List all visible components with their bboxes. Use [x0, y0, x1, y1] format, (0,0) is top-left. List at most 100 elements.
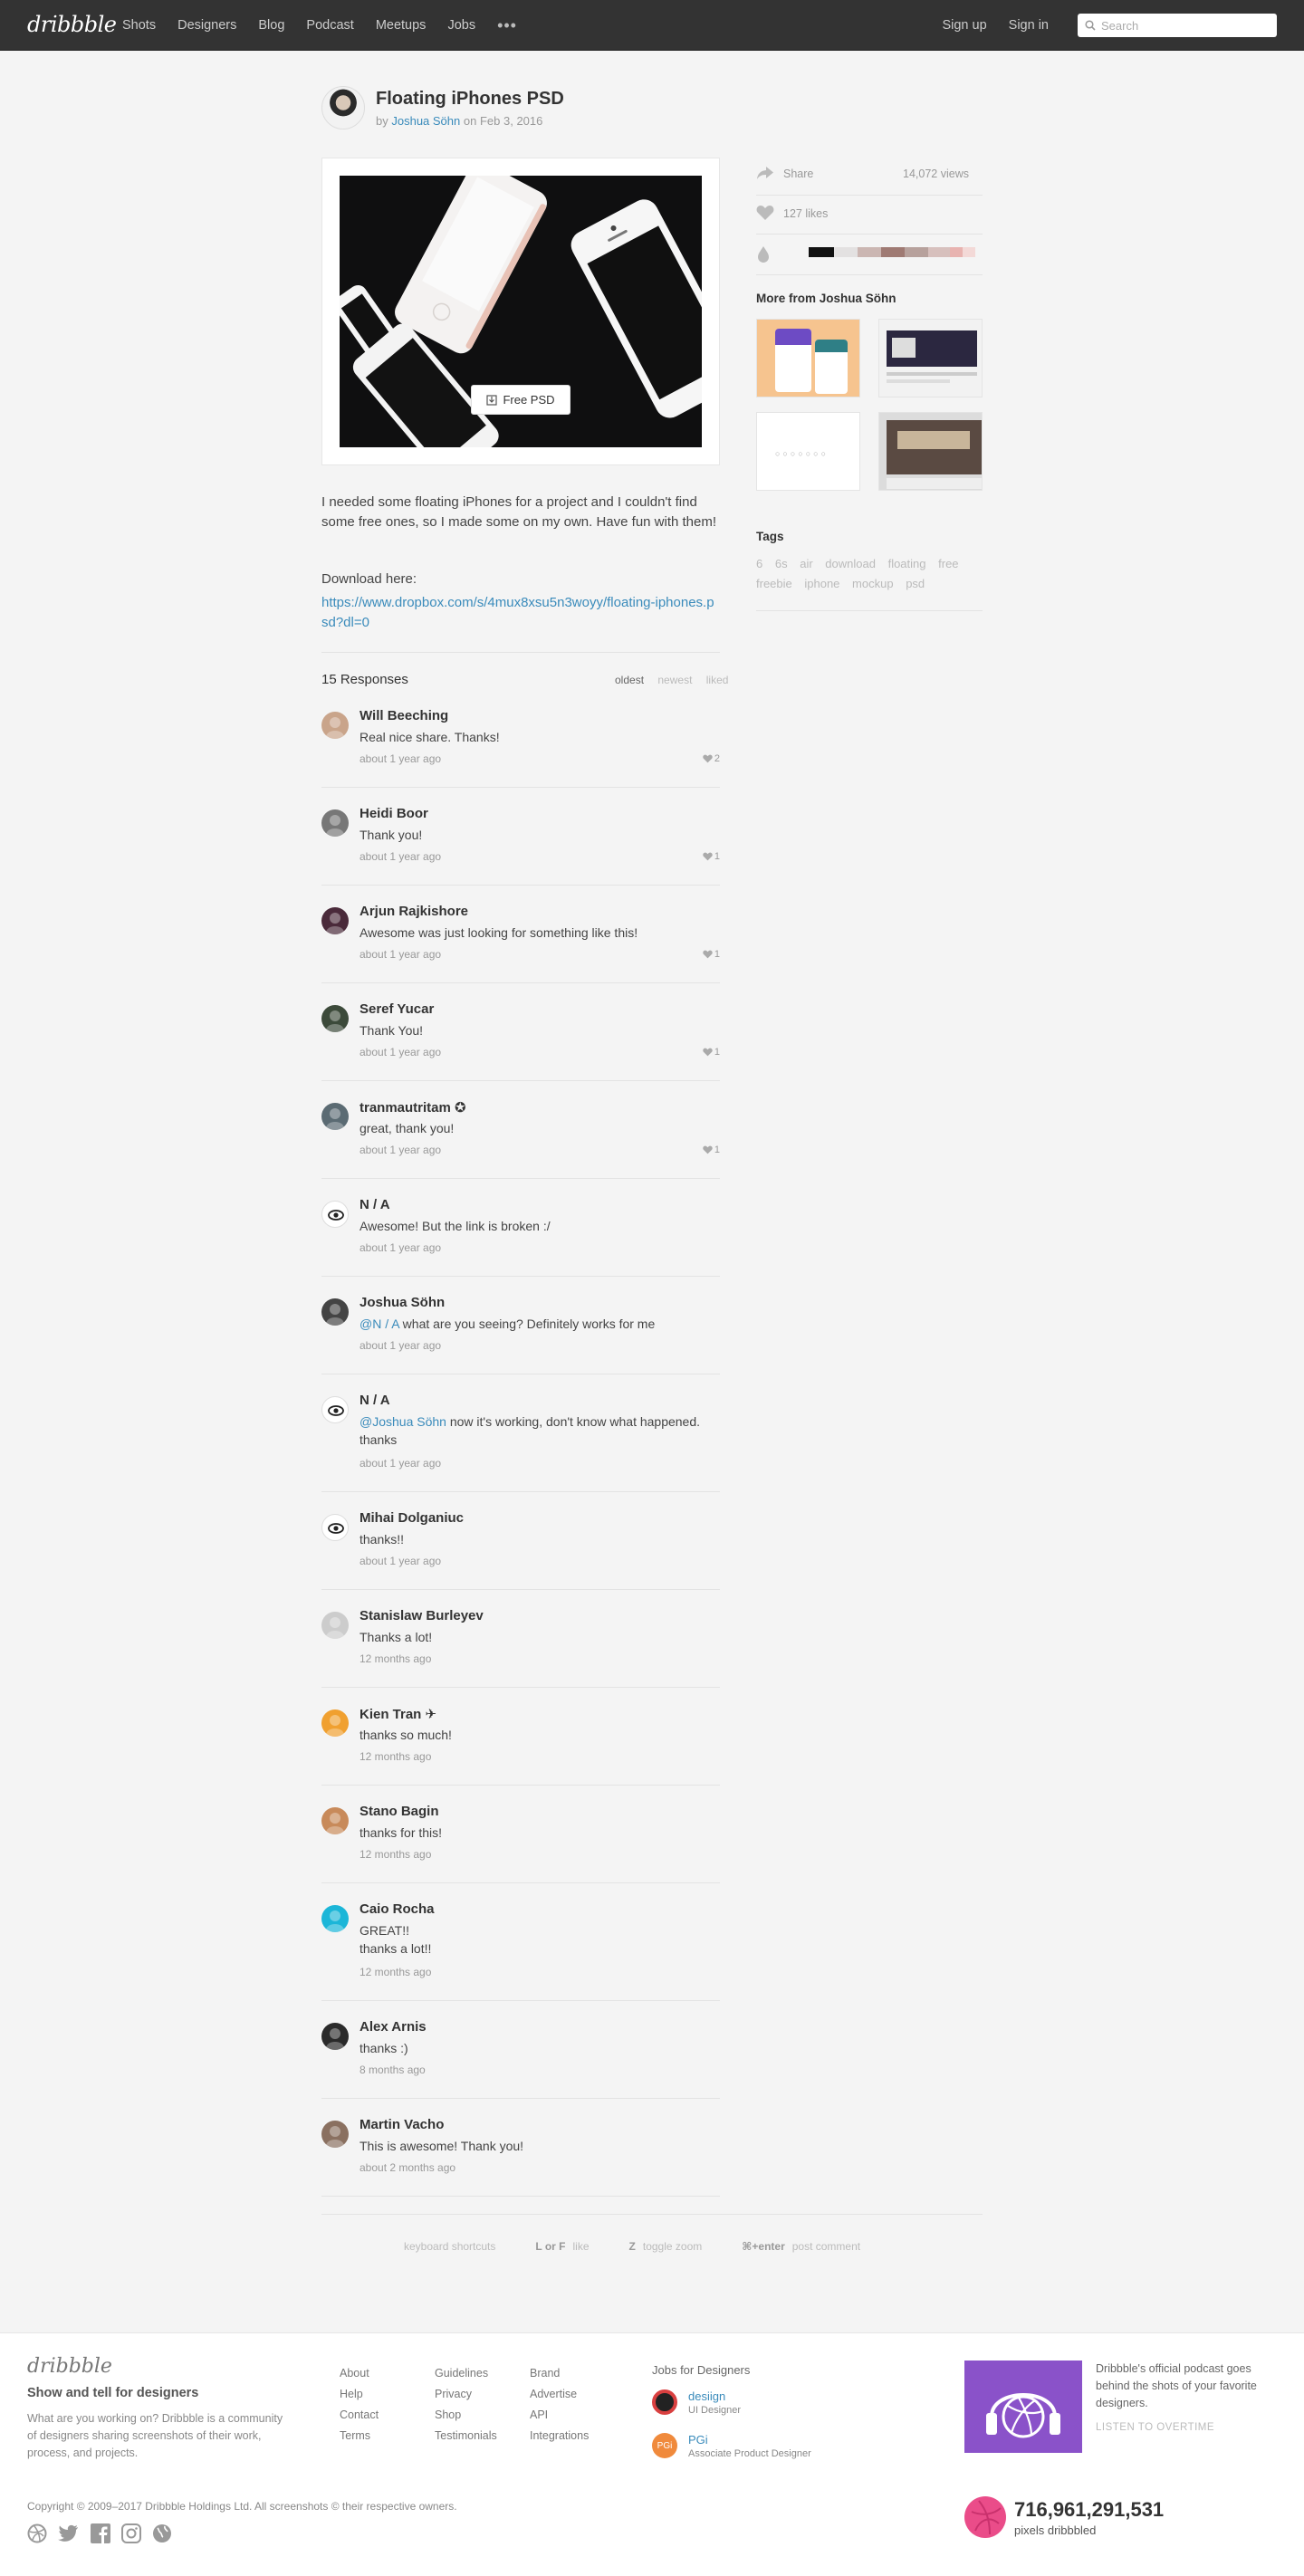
sort-newest[interactable]: newest [657, 674, 692, 686]
color-swatch[interactable] [809, 247, 834, 257]
commenter-avatar[interactable] [321, 712, 349, 739]
nav-shots[interactable]: Shots [122, 18, 156, 33]
comment-likes[interactable]: 2 [703, 753, 720, 764]
commenter-name[interactable]: Seref Yucar [360, 1001, 434, 1017]
tag-link[interactable]: freebie [756, 577, 792, 590]
commenter-avatar[interactable] [321, 1612, 349, 1639]
commenter-name[interactable]: Kien Tran ✈ [360, 1706, 436, 1722]
footer-logo[interactable]: dribbble [27, 2355, 112, 2378]
color-swatch[interactable] [834, 247, 858, 257]
commenter-name[interactable]: Joshua Söhn [360, 1295, 445, 1310]
footer-link-contact[interactable]: Contact [340, 2405, 379, 2426]
comment-timestamp[interactable]: about 1 year ago [360, 1457, 441, 1470]
commenter-avatar[interactable] [321, 2023, 349, 2050]
comment-timestamp[interactable]: about 2 months ago [360, 2161, 455, 2174]
nav-jobs[interactable]: Jobs [447, 18, 475, 33]
comment-timestamp[interactable]: about 1 year ago [360, 1144, 441, 1156]
signin-link[interactable]: Sign in [1009, 18, 1049, 33]
comment-timestamp[interactable]: 8 months ago [360, 2064, 426, 2076]
nav-designers[interactable]: Designers [177, 18, 236, 33]
commenter-name[interactable]: N / A [360, 1393, 390, 1408]
commenter-name[interactable]: Stano Bagin [360, 1804, 439, 1819]
likes-label[interactable]: 127 likes [783, 207, 828, 220]
comment-timestamp[interactable]: 12 months ago [360, 1966, 431, 1978]
color-swatch[interactable] [963, 247, 975, 257]
footer-link-help[interactable]: Help [340, 2384, 379, 2405]
share-label[interactable]: Share [783, 168, 813, 180]
comment-timestamp[interactable]: 12 months ago [360, 1848, 431, 1861]
commenter-name[interactable]: tranmautritam ✪ [360, 1099, 466, 1116]
commenter-avatar[interactable] [321, 1396, 349, 1423]
tag-link[interactable]: download [825, 557, 876, 570]
tag-link[interactable]: free [938, 557, 958, 570]
author-avatar[interactable] [321, 86, 365, 129]
search-input[interactable] [1101, 18, 1264, 33]
comment-mention-link[interactable]: @Joshua Söhn [360, 1414, 446, 1429]
color-swatch[interactable] [950, 247, 963, 257]
podcast-link[interactable]: LISTEN TO OVERTIME [1096, 2422, 1214, 2433]
nav-podcast[interactable]: Podcast [306, 18, 353, 33]
commenter-avatar[interactable] [321, 1201, 349, 1228]
comment-timestamp[interactable]: 12 months ago [360, 1750, 431, 1763]
comment-timestamp[interactable]: about 1 year ago [360, 1241, 441, 1254]
dribbble-logo[interactable]: dribbble [27, 12, 117, 37]
search-box[interactable] [1078, 14, 1277, 37]
color-swatch[interactable] [905, 247, 928, 257]
twitter-icon[interactable] [58, 2523, 80, 2548]
tag-link[interactable]: 6 [756, 557, 762, 570]
tag-link[interactable]: iphone [804, 577, 839, 590]
color-swatch[interactable] [881, 247, 905, 257]
more-shot-thumb-4[interactable] [878, 412, 983, 491]
footer-link-testimonials[interactable]: Testimonials [435, 2426, 497, 2447]
commenter-avatar[interactable] [321, 1005, 349, 1032]
download-link[interactable]: https://www.dropbox.com/s/4mux8xsu5n3woy… [321, 593, 720, 633]
footer-link-privacy[interactable]: Privacy [435, 2384, 497, 2405]
commenter-name[interactable]: Will Beeching [360, 708, 448, 723]
tag-link[interactable]: floating [888, 557, 926, 570]
nav-meetups[interactable]: Meetups [376, 18, 427, 33]
commenter-avatar[interactable] [321, 1103, 349, 1130]
footer-link-guidelines[interactable]: Guidelines [435, 2363, 497, 2384]
commenter-name[interactable]: Heidi Boor [360, 806, 428, 821]
more-shot-thumb-1[interactable] [756, 319, 860, 397]
facebook-icon[interactable] [91, 2523, 110, 2548]
comment-timestamp[interactable]: 12 months ago [360, 1652, 431, 1665]
heart-icon[interactable] [756, 205, 774, 221]
tag-link[interactable]: psd [906, 577, 925, 590]
commenter-avatar[interactable] [321, 1514, 349, 1541]
commenter-avatar[interactable] [321, 907, 349, 934]
comment-likes[interactable]: 1 [703, 949, 720, 960]
comment-likes[interactable]: 1 [703, 1144, 720, 1155]
comment-likes[interactable]: 1 [703, 1047, 720, 1058]
color-swatch[interactable] [858, 247, 881, 257]
author-link[interactable]: Joshua Söhn [391, 114, 460, 128]
more-shot-thumb-3[interactable]: ○○○○○○○ [756, 412, 860, 491]
comment-timestamp[interactable]: about 1 year ago [360, 1046, 441, 1058]
footer-link-advertise[interactable]: Advertise [530, 2384, 589, 2405]
commenter-avatar[interactable] [321, 809, 349, 837]
footer-link-about[interactable]: About [340, 2363, 379, 2384]
comment-likes[interactable]: 1 [703, 851, 720, 862]
commenter-name[interactable]: Martin Vacho [360, 2117, 444, 2132]
tag-link[interactable]: 6s [775, 557, 788, 570]
color-swatch[interactable] [928, 247, 950, 257]
free-psd-button[interactable]: Free PSD [471, 385, 570, 415]
footer-link-shop[interactable]: Shop [435, 2405, 497, 2426]
comment-timestamp[interactable]: about 1 year ago [360, 1339, 441, 1352]
tag-link[interactable]: air [800, 557, 812, 570]
tag-link[interactable]: mockup [852, 577, 894, 590]
commenter-name[interactable]: Mihai Dolganiuc [360, 1510, 464, 1526]
commenter-avatar[interactable] [321, 1709, 349, 1737]
nav-more-icon[interactable]: ••• [497, 16, 517, 35]
commenter-avatar[interactable] [321, 1298, 349, 1326]
sort-oldest[interactable]: oldest [615, 674, 644, 686]
sort-liked[interactable]: liked [706, 674, 729, 686]
commenter-name[interactable]: Arjun Rajkishore [360, 904, 468, 919]
dribbble-icon[interactable] [27, 2523, 47, 2548]
comment-mention-link[interactable]: @N / A [360, 1317, 399, 1331]
commenter-name[interactable]: Alex Arnis [360, 2019, 427, 2035]
share-icon[interactable] [756, 166, 774, 180]
nav-blog[interactable]: Blog [258, 18, 284, 33]
more-shot-thumb-2[interactable] [878, 319, 983, 397]
comment-timestamp[interactable]: about 1 year ago [360, 1555, 441, 1567]
